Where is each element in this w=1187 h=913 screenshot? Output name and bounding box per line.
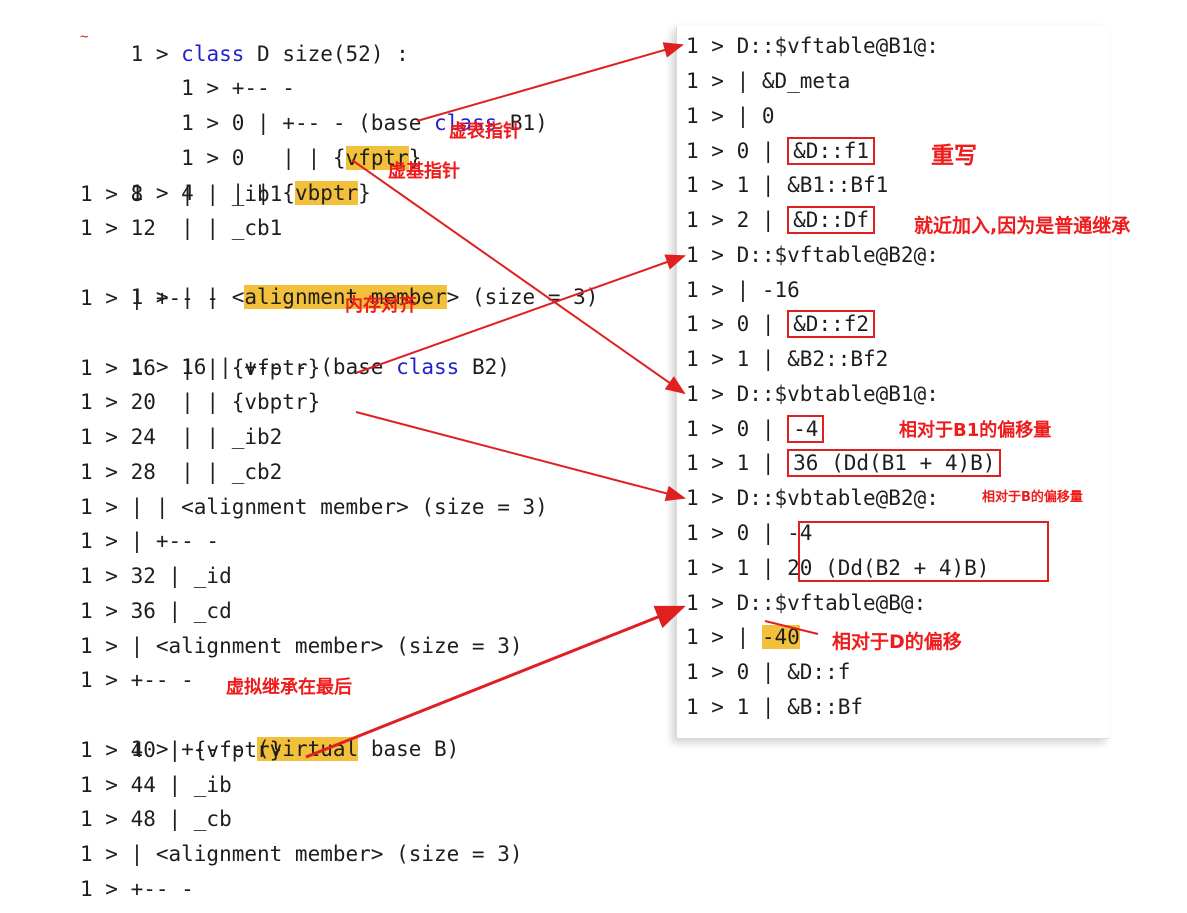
code-text: 1 > 16 | | {vfptr} [80, 356, 321, 380]
annotation-vbptr: 虚基指针 [388, 161, 460, 182]
code-line: 1 > +-- - [80, 872, 194, 906]
boxed-entry: &D::f1 [787, 137, 876, 165]
annotation-align: 内存对齐 [345, 295, 417, 316]
code-line: 1 > 20 | | {vbptr} [80, 385, 320, 419]
code-line: 1 > D::$vftable@B1@: [686, 29, 939, 63]
code-line: 1 > | 0 [686, 99, 775, 133]
code-line: 1 > 2 | &D::Df [686, 203, 876, 237]
boxed-entry: 36 (Dd(B1 + 4)B) [787, 449, 1002, 477]
code-line: 1 > 0 | -4 [686, 516, 812, 550]
code-line: 1 > 1 | &B::Bf [686, 690, 863, 724]
code-line: 1 > 32 | _id [80, 559, 232, 593]
code-line: 1 > D::$vbtable@B2@: [686, 481, 939, 515]
code-line: 1 > 1 | &B2::Bf2 [686, 342, 888, 376]
code-line: 1 > | +-- - [80, 524, 219, 558]
code-line: 1 > 12 | | _cb1 [80, 211, 282, 245]
code-line: 1 > D::$vftable@B2@: [686, 238, 939, 272]
code-line: 1 > 0 | &D::f2 [686, 307, 876, 341]
code-text: 1 > +-- - [80, 668, 194, 692]
vbtable-b2-box [798, 521, 1049, 582]
code-text: 1 > 0 | [686, 417, 788, 441]
code-line: 1 > 24 | | _ib2 [80, 420, 282, 454]
code-text: B2) [459, 355, 510, 379]
code-line: 1 > 44 | _ib [80, 768, 232, 802]
code-text: 1 > D::$vftable@B2@: [686, 243, 939, 267]
code-text: 1 > 0 | [686, 312, 788, 336]
code-text: 1 > | -16 [686, 278, 800, 302]
code-line: 1 > 40 | {vfptr} [80, 733, 282, 767]
annotation-vfptr: 虚表指针 [449, 121, 521, 142]
code-line: 1 > 0 | &D::f1 [686, 134, 876, 168]
code-text: 1 > 1 | &B1::Bf1 [686, 173, 889, 197]
code-text: 1 > | 0 [686, 104, 775, 128]
code-text: 1 > 2 | [686, 208, 788, 232]
code-line: 1 > | -40 [686, 620, 800, 654]
annotation-override: 重写 [931, 143, 977, 169]
code-line: 1 > 1 | 36 (Dd(B1 + 4)B) [686, 446, 1002, 480]
code-line: 1 > 0 | &D::f [686, 655, 850, 689]
code-text: 1 > | | <alignment member> (size = 3) [80, 495, 548, 519]
code-text: 1 > 12 | | _cb1 [80, 216, 283, 240]
code-text: 1 > 48 | _cb [80, 807, 232, 831]
keyword: class [396, 355, 460, 379]
code-line: 1 > 36 | _cd [80, 594, 232, 628]
highlight-vbptr: vbptr [294, 181, 359, 205]
boxed-entry: &D::Df [787, 206, 876, 234]
code-text: 1 > 32 | _id [80, 564, 232, 588]
annotation-offset-b1: 相对于B1的偏移量 [899, 420, 1052, 441]
left-code-panel: 1 > class D size(52) : 1 > +-- - 1 > 0 |… [0, 0, 657, 913]
code-text: 1 > | +-- - [80, 529, 220, 553]
code-text: 1 > 24 | | _ib2 [80, 425, 283, 449]
boxed-entry: &D::f2 [787, 310, 876, 338]
annotation-virtual-last: 虚拟继承在最后 [226, 677, 352, 698]
code-text: > (size = 3) [446, 285, 599, 309]
code-text: 1 > | <alignment member> (size = 3) [80, 842, 523, 866]
code-text: 1 > | &D_meta [686, 69, 851, 93]
code-line: 1 > 0 | -4 [686, 412, 825, 446]
code-text: 1 > 40 | {vfptr} [80, 738, 283, 762]
code-text: 1 > | [686, 625, 762, 649]
code-line: 1 > 8 | | _ib1 [80, 177, 282, 211]
code-line: 1 > | <alignment member> (size = 3) [80, 629, 523, 663]
code-line: 1 > D::$vbtable@B1@: [686, 377, 939, 411]
code-text: 1 > 8 | | _ib1 [80, 182, 283, 206]
code-text: 1 > 36 | _cd [80, 599, 232, 623]
code-text: 1 > 1 | &B2::Bf2 [686, 347, 889, 371]
code-text: 1 > D::$vbtable@B2@: [686, 486, 939, 510]
code-line: 1 > | -16 [686, 273, 800, 307]
annotation-offset-d: 相对于D的偏移 [832, 631, 962, 653]
code-line: 1 > +-- - [80, 663, 194, 697]
code-line: 1 > 28 | | _cb2 [80, 455, 282, 489]
code-text: 1 > D::$vftable@B1@: [686, 34, 939, 58]
highlight-offset: -40 [761, 625, 800, 649]
code-text: 1 > D::$vbtable@B1@: [686, 382, 939, 406]
code-line: 1 > | | <alignment member> (size = 3) [80, 490, 548, 524]
code-text: 1 > 28 | | _cb2 [80, 460, 283, 484]
code-line: 1 > 1 | &B1::Bf1 [686, 168, 888, 202]
code-text: 1 > 1 | &B::Bf [686, 695, 864, 719]
code-line: 1 > | <alignment member> (size = 3) [80, 837, 523, 871]
code-line: 1 > 48 | _cb [80, 802, 232, 836]
code-text: 1 > +-- - [80, 877, 194, 901]
code-text: 1 > 1 | [686, 451, 788, 475]
code-text: 1 > | <alignment member> (size = 3) [80, 634, 523, 658]
code-text: 1 > | +-- - [80, 286, 220, 310]
code-text: 1 > 0 | [686, 139, 788, 163]
code-text: 1 > 0 | &D::f [686, 660, 851, 684]
code-text: 1 > 0 | -4 [686, 521, 813, 545]
code-line: 1 > | &D_meta [686, 64, 850, 98]
boxed-entry: -4 [787, 415, 825, 443]
code-line: 1 > | +-- - [80, 281, 219, 315]
code-text: base B) [358, 737, 460, 761]
code-line: 1 > 16 | | {vfptr} [80, 351, 320, 385]
annotation-append: 就近加入,因为是普通继承 [914, 215, 1131, 237]
code-text: } [358, 181, 371, 205]
code-text: 1 > 20 | | {vbptr} [80, 390, 321, 414]
code-text: 1 > D::$vftable@B@: [686, 591, 927, 615]
code-line: 1 > D::$vftable@B@: [686, 586, 926, 620]
code-text: 1 > 44 | _ib [80, 773, 232, 797]
error-squiggle: ~ [80, 29, 89, 45]
annotation-offset-b: 相对于B的偏移量 [982, 490, 1083, 505]
